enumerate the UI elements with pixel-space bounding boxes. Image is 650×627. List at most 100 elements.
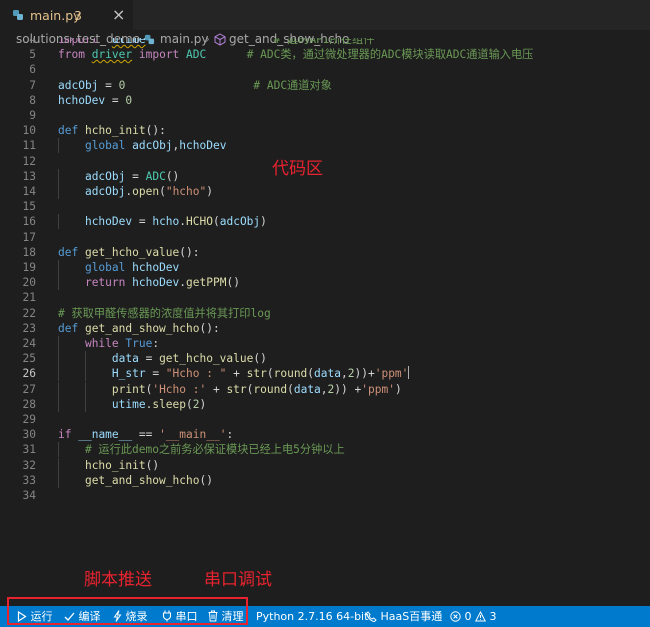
code-text: return hchoDev.getPPM() [58,275,240,290]
code-text: import utime # 延时API所在组件 [58,38,374,47]
close-icon[interactable]: × [112,6,125,24]
line-number: 7 [0,78,36,93]
code-text: print('Hcho :' + str(round(data,2)) +'pp… [58,382,402,397]
line-number: 18 [0,245,36,260]
code-area-annotation: 代码区 [272,154,323,179]
line-number: 16 [0,214,36,229]
code-text: hchoDev = hcho.HCHO(adcObj) [58,214,267,229]
code-line[interactable]: 26 H_str = "Hcho : " + str(round(data,2)… [0,366,650,381]
code-line[interactable]: 29 [0,412,650,427]
code-line[interactable]: 15 [0,199,650,214]
line-number: 10 [0,123,36,138]
serial-debug-annotation: 串口调试 [204,565,272,590]
code-text: if __name__ == '__main__': [58,427,233,442]
problems-indicator[interactable]: 0 3 [450,606,497,627]
code-line[interactable]: 22# 获取甲醛传感器的浓度值并将其打印log [0,306,650,321]
code-line[interactable]: 11 global adcObj,hchoDev [0,138,650,153]
code-text: # 获取甲醛传感器的浓度值并将其打印log [58,306,271,321]
text-cursor [408,366,409,379]
code-text: global hchoDev [58,260,179,275]
haas-assistant-button[interactable]: HaaS百事通 [366,606,442,627]
line-number: 19 [0,260,36,275]
code-line[interactable]: 32 hcho_init() [0,458,650,473]
code-text: global adcObj,hchoDev [58,138,226,153]
error-icon [450,611,461,622]
code-text: get_and_show_hcho() [58,473,213,488]
line-number: 5 [0,47,36,62]
code-editor[interactable]: 4 import utime # 延时API所在组件5from driver im… [0,38,650,598]
tab-bar: main.py 3 × [0,0,650,30]
line-number: 12 [0,154,36,169]
code-line[interactable]: 14 adcObj.open("hcho") [0,184,650,199]
code-text: def get_hcho_value(): [58,245,199,260]
code-line[interactable]: 23def get_and_show_hcho(): [0,321,650,336]
code-line[interactable]: 21 [0,290,650,305]
code-text: # 运行此demo之前务必保证模块已经上电5分钟以上 [58,442,345,457]
code-line[interactable]: 6 [0,62,650,77]
line-number: 23 [0,321,36,336]
tab-label: main.py [30,8,81,23]
line-number: 9 [0,108,36,123]
warning-icon [475,611,486,622]
line-number: 4 [0,38,36,47]
code-text: data = get_hcho_value() [58,351,267,366]
line-number: 26 [0,366,36,381]
code-text: adcObj = 0 # ADC通道对象 [58,78,332,93]
code-line[interactable]: 20 return hchoDev.getPPM() [0,275,650,290]
code-text: utime.sleep(2) [58,397,206,412]
code-line[interactable]: 24 while True: [0,336,650,351]
code-line[interactable]: 9 [0,108,650,123]
line-number: 27 [0,382,36,397]
code-line[interactable]: 34 [0,488,650,503]
tab-main-py[interactable]: main.py 3 × [0,0,133,30]
code-line[interactable]: 25 data = get_hcho_value() [0,351,650,366]
code-line[interactable]: 27 print('Hcho :' + str(round(data,2)) +… [0,382,650,397]
line-number: 14 [0,184,36,199]
code-line[interactable]: 10 def hcho_init(): [0,123,650,138]
script-push-annotation: 脚本推送 [84,565,152,590]
line-number: 15 [0,199,36,214]
line-number: 25 [0,351,36,366]
python-file-icon [12,9,24,21]
line-number: 29 [0,412,36,427]
error-count: 0 [465,610,472,623]
python-interpreter-selector[interactable]: Python 2.7.16 64-bit [256,606,368,627]
line-number: 34 [0,488,36,503]
code-line[interactable]: 30 if __name__ == '__main__': [0,427,650,442]
code-line[interactable]: 18 def get_hcho_value(): [0,245,650,260]
line-number: 20 [0,275,36,290]
line-number: 33 [0,473,36,488]
line-number: 6 [0,62,36,77]
line-number: 8 [0,93,36,108]
code-line[interactable]: 31 # 运行此demo之前务必保证模块已经上电5分钟以上 [0,442,650,457]
line-number: 30 [0,427,36,442]
code-line[interactable]: 33 get_and_show_hcho() [0,473,650,488]
line-number: 28 [0,397,36,412]
code-text: hchoDev = 0 [58,93,132,108]
code-line[interactable]: 28 utime.sleep(2) [0,397,650,412]
code-line[interactable]: 8 hchoDev = 0 [0,93,650,108]
line-number: 13 [0,169,36,184]
line-number: 24 [0,336,36,351]
warning-count: 3 [490,610,497,623]
phone-icon [366,611,377,622]
code-text: def hcho_init(): [58,123,166,138]
line-number: 32 [0,458,36,473]
code-line[interactable]: 13 adcObj = ADC() [0,169,650,184]
code-text: adcObj = ADC() [58,169,179,184]
code-line[interactable]: 16 hchoDev = hcho.HCHO(adcObj) [0,214,650,229]
line-number: 21 [0,290,36,305]
code-line[interactable]: 12 [0,154,650,169]
code-line[interactable]: 19 global hchoDev [0,260,650,275]
code-text: adcObj.open("hcho") [58,184,213,199]
line-number: 17 [0,230,36,245]
code-line[interactable]: 17 [0,230,650,245]
code-text: hcho_init() [58,458,159,473]
code-line[interactable]: 7 adcObj = 0 # ADC通道对象 [0,78,650,93]
code-line[interactable]: 4 import utime # 延时API所在组件 [0,38,650,47]
line-number: 11 [0,138,36,153]
code-line[interactable]: 5from driver import ADC # ADC类，通过微处理器的AD… [0,47,650,62]
line-number: 31 [0,442,36,457]
code-text: H_str = "Hcho : " + str(round(data,2))+'… [58,366,409,381]
haas-label: HaaS百事通 [381,610,443,623]
